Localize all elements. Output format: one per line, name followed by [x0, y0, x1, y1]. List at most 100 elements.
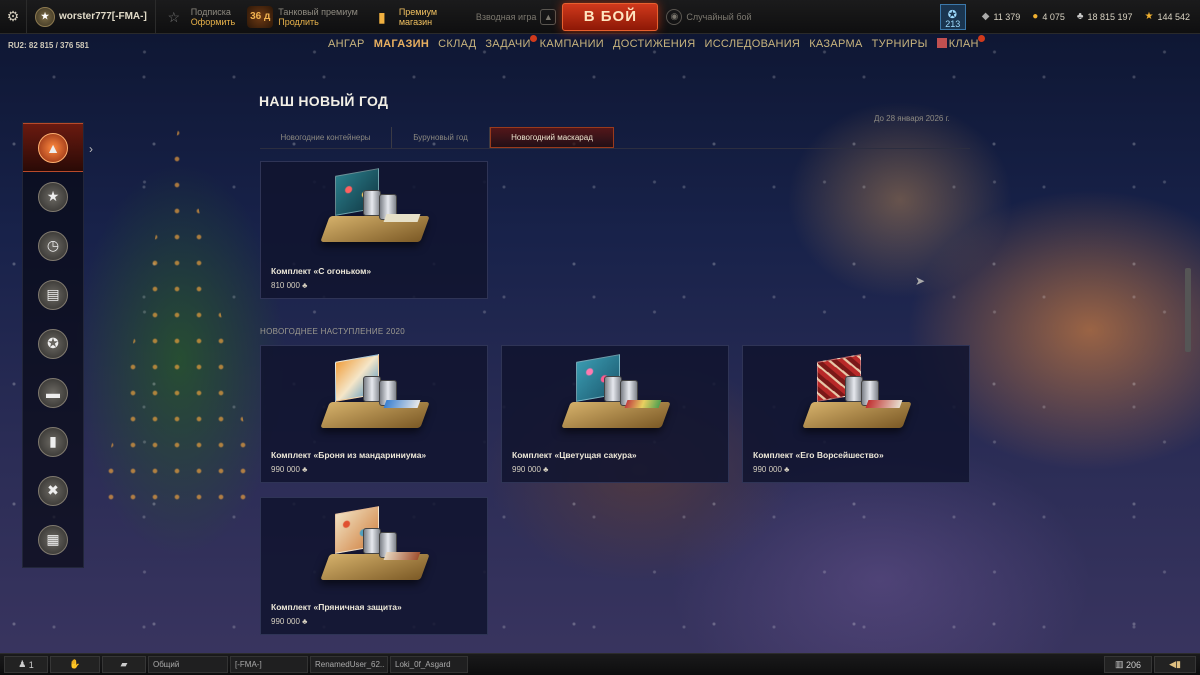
premium-shop-block[interactable]: ▮ Премиум магазин: [364, 5, 454, 29]
gold-currency[interactable]: ● 4 075: [1026, 11, 1071, 22]
tab-new-year-containers[interactable]: Новогодние контейнеры: [260, 127, 392, 148]
tab-masquerade[interactable]: Новогодний маскарад: [490, 127, 614, 148]
nav-tournaments[interactable]: ТУРНИРЫ: [872, 38, 928, 50]
bundle-price: 990 000 ♣: [271, 617, 307, 626]
notifications-button[interactable]: ◀▮: [1154, 656, 1196, 673]
battle-mode-selector[interactable]: ◉ Случайный бой: [666, 8, 752, 25]
page-scrollbar[interactable]: [1185, 268, 1191, 352]
money-icon: ▦: [38, 524, 68, 555]
garage-slots[interactable]: ▥ 206: [1104, 656, 1152, 673]
sidebar-item-premium[interactable]: ✪: [23, 319, 83, 368]
garage-count: 206: [1126, 659, 1142, 670]
product-card[interactable]: Комплект «Броня из мандариниума» 990 000…: [260, 345, 488, 483]
player-name: worster777[-FMA-]: [59, 11, 147, 22]
bundle-name: Комплект «С огоньком»: [271, 266, 372, 276]
platoon-icon: ▲: [540, 8, 557, 25]
bundle-image: [319, 506, 431, 588]
sidebar-item-vehicles[interactable]: ▬: [23, 368, 83, 417]
gift-icon: ▮: [377, 8, 386, 25]
product-card[interactable]: Комплект «Его Ворсейшество» 990 000 ♣: [742, 345, 970, 483]
sidebar-item-bundles[interactable]: ▤: [23, 270, 83, 319]
player-profile[interactable]: ★ worster777[-FMA-]: [27, 6, 155, 27]
credits-icon: ♣: [784, 465, 790, 474]
chat-button[interactable]: ▰: [102, 656, 146, 673]
free-xp-currency[interactable]: ★ 144 542: [1138, 11, 1196, 22]
product-card[interactable]: Комплект «Цветущая сакура» 990 000 ♣: [501, 345, 729, 483]
page-title: НАШ НОВЫЙ ГОД: [259, 93, 389, 109]
shop-sidebar: ▲ ★ ◷ ▤ ✪ ▬ ▮ ✖ ▦: [22, 122, 84, 568]
sidebar-item-gold[interactable]: ▦: [23, 515, 83, 564]
nav-research[interactable]: ИССЛЕДОВАНИЯ: [704, 38, 800, 50]
platoon-block[interactable]: Взводная игра ▲: [476, 8, 557, 25]
gold-icon: ●: [1032, 11, 1039, 22]
credits-icon: ♣: [302, 617, 308, 626]
tab-bar: Новогодние контейнеры Буруновый год Ново…: [260, 127, 614, 148]
sidebar-item-limited[interactable]: ◷: [23, 221, 83, 270]
bundle-name: Комплект «Его Ворсейшество»: [753, 450, 884, 460]
platoon-button[interactable]: ♟ 1: [4, 656, 48, 673]
channel-user[interactable]: Loki_0f_Asgard: [390, 656, 468, 673]
price-value: 810 000: [271, 281, 300, 290]
friends-button[interactable]: ✋: [50, 656, 100, 673]
sidebar-item-services[interactable]: ✖: [23, 466, 83, 515]
nav-barracks[interactable]: КАЗАРМА: [809, 38, 862, 50]
notification-dot: [529, 35, 537, 42]
bundle-name: Комплект «Цветущая сакура»: [512, 450, 637, 460]
premium-action: Продлить: [278, 16, 319, 27]
nav-clan[interactable]: КЛАН: [936, 35, 985, 50]
bundle-price: 990 000 ♣: [512, 465, 548, 474]
sidebar-item-new-year[interactable]: ▲: [23, 123, 83, 172]
bundle-image: [801, 354, 913, 436]
section-heading: НОВОГОДНЕЕ НАСТУПЛЕНИЕ 2020: [260, 327, 406, 336]
battle-button[interactable]: В БОЙ: [562, 2, 659, 31]
wreath-star-icon: ✪: [38, 328, 68, 359]
credits-icon: ♣: [1076, 11, 1084, 22]
battle-mode-label: Случайный бой: [686, 11, 752, 22]
subscription-action: Оформить: [190, 16, 236, 27]
bundle-image: [560, 354, 672, 436]
sidebar-item-featured[interactable]: ★: [23, 172, 83, 221]
channel-clan[interactable]: [-FMA-]: [230, 656, 308, 673]
bonds-icon: ◆: [981, 11, 990, 22]
premium-shop-label: Премиум магазин: [398, 6, 438, 27]
ranked-progress[interactable]: ✪ 213: [939, 3, 966, 30]
nav-depot[interactable]: СКЛАД: [438, 38, 476, 50]
channel-general[interactable]: Общий: [148, 656, 228, 673]
credits-value: 18 815 197: [1087, 11, 1133, 22]
premium-days-badge: 36 д: [247, 5, 274, 28]
nav-campaigns[interactable]: КАМПАНИИ: [540, 38, 604, 50]
product-card[interactable]: Комплект «С огоньком» 810 000 ♣: [260, 161, 488, 299]
chevron-right-icon[interactable]: ›: [89, 142, 93, 156]
bundle-image: [319, 354, 431, 436]
product-list: Комплект «С огоньком» 810 000 ♣ НОВОГОДН…: [244, 155, 990, 655]
nav-missions[interactable]: ЗАДАЧИ: [485, 35, 537, 50]
nav-hangar[interactable]: АНГАР: [328, 38, 365, 50]
divider: [260, 148, 970, 149]
christmas-tree-decoration: [100, 120, 260, 500]
platoon-count: 1: [28, 659, 34, 670]
top-bar: ⚙ ★ worster777[-FMA-] ☆ Подписка Оформит…: [0, 0, 1200, 34]
price-value: 990 000: [753, 465, 782, 474]
main-navigation: АНГАР МАГАЗИН СКЛАД ЗАДАЧИ КАМПАНИИ ДОСТ…: [328, 35, 985, 50]
nav-achievements[interactable]: ДОСТИЖЕНИЯ: [613, 38, 696, 50]
nav-shop[interactable]: МАГАЗИН: [374, 38, 429, 50]
bonds-value: 11 379: [993, 11, 1021, 22]
mouse-cursor-icon: ➤: [915, 274, 926, 288]
bonds-currency[interactable]: ◆ 11 379: [976, 11, 1027, 22]
sidebar-item-equipment[interactable]: ▮: [23, 417, 83, 466]
subscription-label: Подписка: [190, 6, 231, 17]
settings-gear-icon[interactable]: ⚙: [0, 8, 26, 25]
credits-currency[interactable]: ♣ 18 815 197: [1071, 11, 1139, 22]
bundle-name: Комплект «Броня из мандариниума»: [271, 450, 427, 460]
notification-dot: [977, 35, 985, 42]
tab-bull-year[interactable]: Буруновый год: [392, 127, 490, 148]
event-end-date: До 28 января 2026 г.: [874, 114, 950, 123]
rank-icon: ✪: [947, 8, 957, 21]
channel-user[interactable]: RenamedUser_62..: [310, 656, 388, 673]
premium-block[interactable]: 36 д Танковый премиум Продлить: [241, 5, 364, 28]
bundle-name: Комплект «Пряничная защита»: [271, 602, 402, 612]
bundle-price: 990 000 ♣: [753, 465, 789, 474]
product-card[interactable]: Комплект «Пряничная защита» 990 000 ♣: [260, 497, 488, 635]
nav-missions-label: ЗАДАЧИ: [485, 38, 531, 50]
subscription-block[interactable]: ☆ Подписка Оформить: [156, 5, 241, 29]
